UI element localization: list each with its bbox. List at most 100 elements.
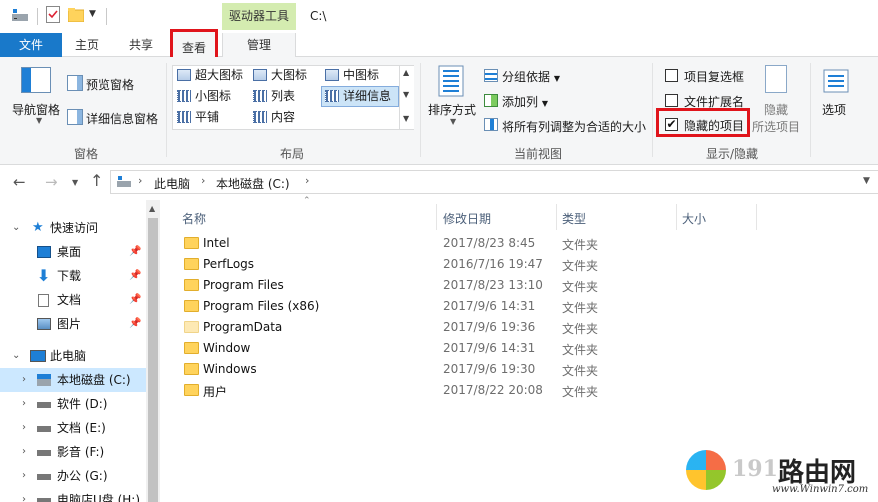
tab-manage[interactable]: 管理 — [222, 33, 296, 57]
pin-icon[interactable]: 📌 — [129, 264, 141, 288]
chevron-right-icon[interactable]: › — [22, 464, 26, 488]
chevron-down-icon[interactable]: ⌄ — [12, 344, 20, 368]
navigation-pane-icon[interactable] — [21, 67, 51, 93]
nav-item-desktop[interactable]: 桌面 📌 — [0, 240, 146, 264]
drive-icon[interactable] — [12, 9, 28, 21]
nav-item-quick-access[interactable]: ⌄ ★ 快速访问 — [0, 216, 146, 240]
column-divider[interactable] — [436, 204, 437, 230]
column-divider[interactable] — [676, 204, 677, 230]
item-checkboxes-label[interactable]: 项目复选框 — [684, 68, 744, 85]
layout-gallery-scrollbar[interactable]: ▲ ▼ ▼ — [399, 66, 414, 129]
table-row[interactable]: PerfLogs 2016/7/16 19:47 文件夹 — [160, 254, 860, 275]
properties-icon[interactable] — [46, 6, 60, 23]
layout-list[interactable]: 列表 — [253, 87, 295, 105]
hide-selected-button-line2[interactable]: 所选项目 — [752, 118, 800, 135]
scrollbar-thumb[interactable] — [148, 218, 158, 502]
add-columns-button[interactable]: 添加列 ▼ — [502, 93, 548, 110]
chevron-up-icon[interactable]: ▲ — [149, 204, 155, 213]
layout-medium-icons[interactable]: 中图标 — [325, 66, 379, 84]
chevron-right-icon[interactable]: › — [22, 368, 26, 392]
file-extensions-checkbox[interactable] — [665, 94, 678, 107]
sort-by-icon[interactable] — [438, 65, 464, 97]
group-by-button[interactable]: 分组依据 ▼ — [502, 68, 560, 85]
chevron-right-icon[interactable]: › — [22, 488, 26, 502]
address-history-chevron-icon[interactable]: ▼ — [863, 176, 870, 186]
table-row[interactable]: Intel 2017/8/23 8:45 文件夹 — [160, 233, 860, 254]
column-divider[interactable] — [556, 204, 557, 230]
preview-pane-icon[interactable] — [67, 75, 83, 91]
details-pane-button[interactable]: 详细信息窗格 — [86, 110, 158, 127]
options-icon[interactable] — [823, 69, 849, 93]
layout-large-icons[interactable]: 大图标 — [253, 66, 307, 84]
group-by-icon[interactable] — [484, 69, 498, 82]
nav-item-drive-h[interactable]: › 电脑店U盘 (H:) — [0, 488, 146, 502]
nav-item-pictures[interactable]: 图片 📌 — [0, 312, 146, 336]
column-header-date-modified[interactable]: 修改日期 — [443, 208, 491, 230]
chevron-down-icon[interactable]: ▼ — [450, 117, 456, 126]
customize-quick-access-icon[interactable]: ▼ — [89, 9, 99, 19]
chevron-right-icon[interactable]: › — [22, 416, 26, 440]
options-button[interactable]: 选项 — [822, 101, 846, 118]
table-row[interactable]: Window 2017/9/6 14:31 文件夹 — [160, 338, 860, 359]
up-arrow-icon[interactable]: ↑ — [90, 171, 103, 190]
nav-pane-scrollbar[interactable]: ▲ — [146, 200, 160, 502]
tab-home[interactable]: 主页 — [62, 33, 112, 57]
tab-share[interactable]: 共享 — [115, 33, 167, 57]
address-bar[interactable]: › 此电脑 › 本地磁盘 (C:) › ▼ — [110, 170, 878, 194]
nav-item-drive-e[interactable]: › 文档 (E:) — [0, 416, 146, 440]
layout-tiles[interactable]: 平铺 — [177, 108, 219, 126]
forward-arrow-icon[interactable]: → — [45, 173, 58, 191]
tab-file[interactable]: 文件 — [0, 33, 62, 57]
nav-item-this-pc[interactable]: ⌄ 此电脑 — [0, 344, 146, 368]
table-row[interactable]: ProgramData 2017/9/6 19:36 文件夹 — [160, 317, 860, 338]
preview-pane-button[interactable]: 预览窗格 — [86, 76, 134, 93]
layout-small-icons[interactable]: 小图标 — [177, 87, 231, 105]
pin-icon[interactable]: 📌 — [129, 288, 141, 312]
hidden-items-label[interactable]: 隐藏的项目 — [684, 117, 744, 134]
back-arrow-icon[interactable]: ← — [13, 173, 26, 191]
table-row[interactable]: 用户 2017/8/22 20:08 文件夹 — [160, 380, 860, 401]
layout-content[interactable]: 内容 — [253, 108, 295, 126]
layout-extra-large-icons[interactable]: 超大图标 — [177, 66, 243, 84]
add-columns-icon[interactable] — [484, 94, 498, 107]
column-header-name[interactable]: 名称 — [182, 208, 206, 230]
table-row[interactable]: Program Files (x86) 2017/9/6 14:31 文件夹 — [160, 296, 860, 317]
nav-item-drive-f[interactable]: › 影音 (F:) — [0, 440, 146, 464]
nav-item-drive-g[interactable]: › 办公 (G:) — [0, 464, 146, 488]
chevron-down-icon[interactable]: ⌄ — [12, 216, 20, 240]
breadcrumb-chevron-icon[interactable]: › — [305, 174, 309, 187]
nav-item-drive-c[interactable]: › 本地磁盘 (C:) — [0, 368, 146, 392]
expand-gallery-icon[interactable]: ▼ — [403, 114, 409, 123]
column-header-size[interactable]: 大小 — [682, 208, 706, 230]
hide-selected-icon[interactable] — [765, 65, 787, 93]
pin-icon[interactable]: 📌 — [129, 312, 141, 336]
nav-item-drive-d[interactable]: › 软件 (D:) — [0, 392, 146, 416]
table-row[interactable]: Windows 2017/9/6 19:30 文件夹 — [160, 359, 860, 380]
nav-item-documents[interactable]: 文档 📌 — [0, 288, 146, 312]
hide-selected-button[interactable]: 隐藏 — [764, 101, 788, 118]
chevron-down-icon[interactable]: ▼ — [36, 116, 42, 125]
chevron-up-icon[interactable]: ▲ — [403, 68, 409, 77]
chevron-right-icon[interactable]: › — [22, 392, 26, 416]
item-checkboxes-checkbox[interactable] — [665, 69, 678, 82]
table-row[interactable]: Program Files 2017/8/23 13:10 文件夹 — [160, 275, 860, 296]
details-pane-icon[interactable] — [67, 109, 83, 125]
sort-by-button[interactable]: 排序方式 — [428, 101, 476, 118]
nav-item-downloads[interactable]: ⬇ 下载 📌 — [0, 264, 146, 288]
column-header-type[interactable]: 类型 — [562, 208, 586, 230]
layout-details[interactable]: 详细信息 — [325, 87, 391, 105]
column-divider[interactable] — [756, 204, 757, 230]
fit-columns-icon[interactable] — [484, 118, 498, 131]
breadcrumb-chevron-icon[interactable]: › — [201, 174, 205, 187]
breadcrumb-chevron-icon[interactable]: › — [138, 174, 142, 187]
tab-view[interactable]: 查看 — [170, 29, 218, 59]
pin-icon[interactable]: 📌 — [129, 240, 141, 264]
breadcrumb-local-disk-c[interactable]: 本地磁盘 (C:) — [216, 175, 290, 192]
recent-locations-chevron-icon[interactable]: ▼ — [72, 178, 78, 187]
new-folder-icon[interactable] — [68, 8, 84, 22]
chevron-right-icon[interactable]: › — [22, 440, 26, 464]
chevron-down-icon[interactable]: ▼ — [403, 90, 409, 99]
hidden-items-checkbox[interactable]: ✔ — [665, 118, 678, 131]
fit-columns-button[interactable]: 将所有列调整为合适的大小 — [502, 118, 646, 135]
breadcrumb-this-pc[interactable]: 此电脑 — [154, 175, 190, 192]
